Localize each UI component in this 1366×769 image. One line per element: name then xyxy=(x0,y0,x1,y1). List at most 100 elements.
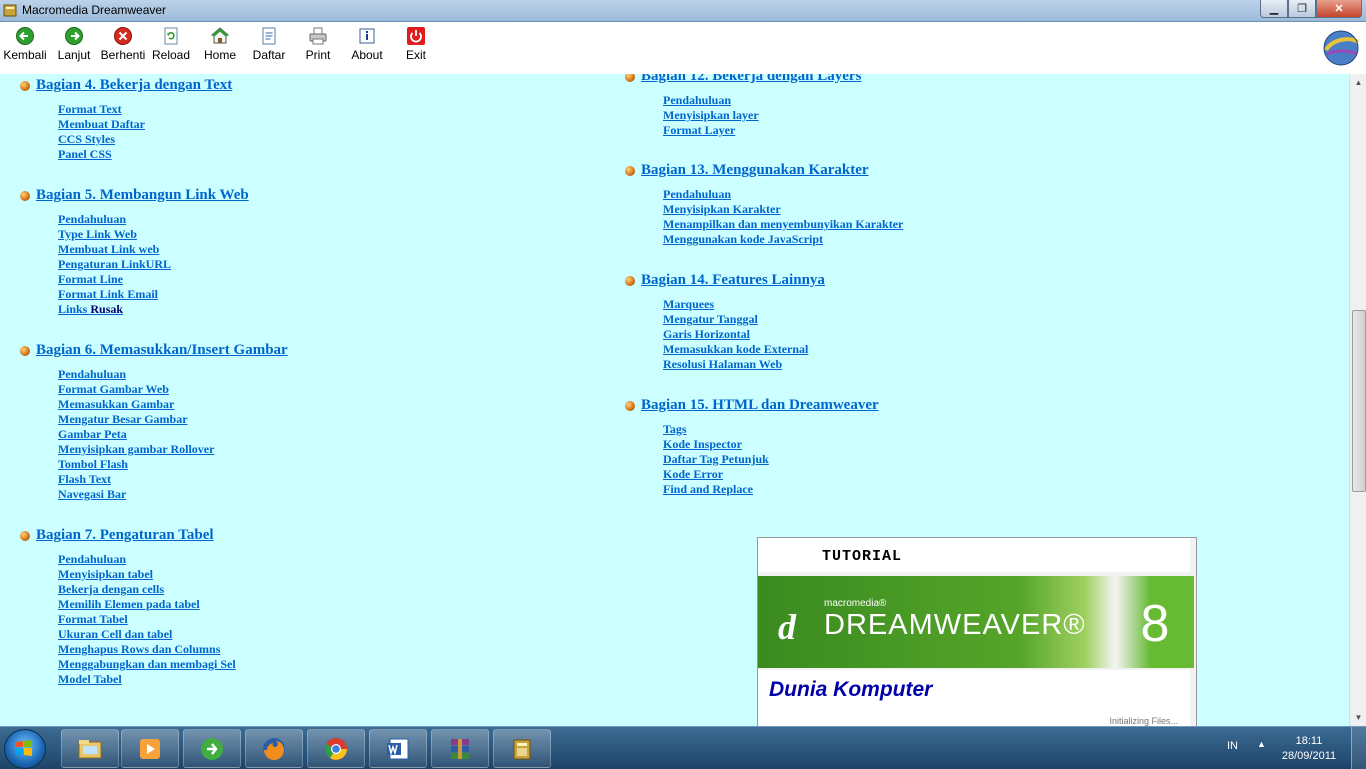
taskbar: IN ▲ 18:11 28/09/2011 xyxy=(0,726,1366,769)
topic-link[interactable]: Membuat Daftar xyxy=(58,117,232,132)
taskbar-winrar[interactable] xyxy=(431,729,489,768)
info-icon xyxy=(359,28,375,44)
topic-link[interactable]: Menghapus Rows dan Columns xyxy=(58,642,236,657)
window-controls: ▁ ❐ ✕ xyxy=(1260,0,1362,18)
scroll-down-icon[interactable]: ▼ xyxy=(1350,709,1366,726)
topic-link[interactable]: Garis Horizontal xyxy=(663,327,825,342)
stop-label: Berhenti xyxy=(100,48,146,62)
print-label: Print xyxy=(305,48,331,62)
start-button[interactable] xyxy=(4,729,46,769)
dreamweaver-logo-icon: d xyxy=(778,607,796,647)
home-button[interactable]: Home xyxy=(196,26,244,62)
scroll-up-icon[interactable]: ▲ xyxy=(1350,74,1366,91)
topic-link[interactable]: Tags xyxy=(663,422,879,437)
topic-link[interactable]: Format Gambar Web xyxy=(58,382,288,397)
topic-link[interactable]: Kode Error xyxy=(663,467,879,482)
topic-link[interactable]: Type Link Web xyxy=(58,227,249,242)
window-title: Macromedia Dreamweaver xyxy=(22,3,167,17)
section-title-link[interactable]: Bagian 14. Features Lainnya xyxy=(641,272,825,289)
topic-link[interactable]: Flash Text xyxy=(58,472,288,487)
topic-link[interactable]: Membuat Link web xyxy=(58,242,249,257)
taskbar-chrome[interactable] xyxy=(307,729,365,768)
topic-link[interactable]: Memasukkan kode External xyxy=(663,342,825,357)
section-title-link[interactable]: Bagian 4. Bekerja dengan Text xyxy=(36,77,232,94)
language-indicator[interactable]: IN xyxy=(1227,740,1238,752)
topic-link[interactable]: Memasukkan Gambar xyxy=(58,397,288,412)
topic-link[interactable]: CCS Styles xyxy=(58,132,232,147)
exit-label: Exit xyxy=(405,48,426,62)
topic-link[interactable]: Memilih Elemen pada tabel xyxy=(58,597,236,612)
topic-link[interactable]: Pendahuluan xyxy=(58,212,249,227)
topic-link[interactable]: Kode Inspector xyxy=(663,437,879,452)
print-button[interactable]: Print xyxy=(294,26,342,62)
section-bagian-15: Bagian 15. HTML dan Dreamweaver Tags Kod… xyxy=(625,397,879,497)
taskbar-word[interactable] xyxy=(369,729,427,768)
tray-expand-icon[interactable]: ▲ xyxy=(1257,739,1266,749)
list-button[interactable]: Daftar xyxy=(245,26,293,62)
topic-link[interactable]: Menyisipkan tabel xyxy=(58,567,236,582)
about-label: About xyxy=(351,48,383,62)
topic-link[interactable]: Menggabungkan dan membagi Sel xyxy=(58,657,236,672)
topic-link[interactable]: Format Text xyxy=(58,102,232,117)
maximize-button[interactable]: ❐ xyxy=(1288,0,1316,18)
topic-link[interactable]: Pengaturan LinkURL xyxy=(58,257,249,272)
about-button[interactable]: About xyxy=(343,26,391,62)
exit-button[interactable]: Exit xyxy=(392,26,440,62)
topic-link[interactable]: Pendahuluan xyxy=(663,93,861,108)
vertical-scrollbar[interactable]: ▲ ▼ xyxy=(1349,74,1366,726)
topic-link[interactable]: Format Line xyxy=(58,272,249,287)
back-button[interactable]: Kembali xyxy=(1,26,49,62)
reload-label: Reload xyxy=(151,48,191,62)
topic-link[interactable]: Resolusi Halaman Web xyxy=(663,357,825,372)
topic-link[interactable]: Format Layer xyxy=(663,123,861,138)
topic-link[interactable]: Daftar Tag Petunjuk xyxy=(663,452,879,467)
topic-link[interactable]: Pendahuluan xyxy=(58,552,236,567)
topic-link-links-rusak[interactable]: Links Rusak xyxy=(58,302,249,317)
section-title-link[interactable]: Bagian 7. Pengaturan Tabel xyxy=(36,527,214,544)
topic-link[interactable]: Navegasi Bar xyxy=(58,487,288,502)
topic-link[interactable]: Format Tabel xyxy=(58,612,236,627)
topic-link[interactable]: Tombol Flash xyxy=(58,457,288,472)
section-title-link[interactable]: Bagian 6. Memasukkan/Insert Gambar xyxy=(36,342,288,359)
topic-link[interactable]: Bekerja dengan cells xyxy=(58,582,236,597)
system-clock[interactable]: 18:11 28/09/2011 xyxy=(1274,734,1344,764)
taskbar-dreamweaver[interactable] xyxy=(493,729,551,768)
section-title-link[interactable]: Bagian 5. Membangun Link Web xyxy=(36,187,249,204)
taskbar-explorer[interactable] xyxy=(61,729,119,768)
section-title-link[interactable]: Bagian 12. Bekerja dengan Layers xyxy=(641,74,861,85)
topic-link[interactable]: Pendahuluan xyxy=(58,367,288,382)
topic-link[interactable]: Pendahuluan xyxy=(663,187,903,202)
topic-link[interactable]: Gambar Peta xyxy=(58,427,288,442)
section-title-link[interactable]: Bagian 13. Menggunakan Karakter xyxy=(641,162,869,179)
topic-link[interactable]: Menggunakan kode JavaScript xyxy=(663,232,903,247)
topic-link[interactable]: Format Link Email xyxy=(58,287,249,302)
forward-button[interactable]: Lanjut xyxy=(50,26,98,62)
scroll-thumb[interactable] xyxy=(1352,310,1366,492)
stop-icon xyxy=(114,27,132,45)
topic-link[interactable]: Model Tabel xyxy=(58,672,236,687)
topic-link[interactable]: Find and Replace xyxy=(663,482,879,497)
topic-link[interactable]: Mengatur Tanggal xyxy=(663,312,825,327)
minimize-button[interactable]: ▁ xyxy=(1260,0,1288,18)
topic-link[interactable]: Menyisipkan Karakter xyxy=(663,202,903,217)
stop-button[interactable]: Berhenti xyxy=(99,26,147,62)
section-title-link[interactable]: Bagian 15. HTML dan Dreamweaver xyxy=(641,397,879,414)
word-icon xyxy=(387,738,409,759)
show-desktop-button[interactable] xyxy=(1351,727,1366,769)
media-player-icon xyxy=(140,738,160,759)
topic-link[interactable]: Menampilkan dan menyembunyikan Karakter xyxy=(663,217,903,232)
close-button[interactable]: ✕ xyxy=(1316,0,1362,18)
reload-icon xyxy=(164,27,178,45)
topic-link[interactable]: Panel CSS xyxy=(58,147,232,162)
topic-link[interactable]: Ukuran Cell dan tabel xyxy=(58,627,236,642)
bullet-icon xyxy=(625,165,635,176)
taskbar-media-player[interactable] xyxy=(121,729,179,768)
taskbar-download-manager[interactable] xyxy=(183,729,241,768)
reload-button[interactable]: Reload xyxy=(147,26,195,62)
topic-link[interactable]: Menyisipkan gambar Rollover xyxy=(58,442,288,457)
forward-arrow-icon xyxy=(65,27,83,45)
taskbar-firefox[interactable] xyxy=(245,729,303,768)
topic-link[interactable]: Mengatur Besar Gambar xyxy=(58,412,288,427)
topic-link[interactable]: Menyisipkan layer xyxy=(663,108,861,123)
topic-link[interactable]: Marquees xyxy=(663,297,825,312)
